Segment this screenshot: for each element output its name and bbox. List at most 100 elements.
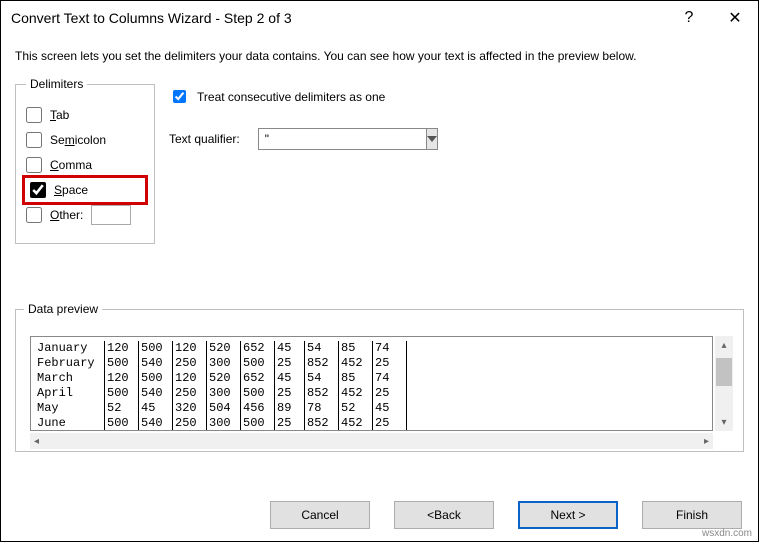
table-cell: 74: [373, 371, 407, 386]
table-cell: 500: [105, 386, 139, 401]
comma-checkbox[interactable]: [26, 157, 42, 173]
button-bar: Cancel < Back Next > Finish: [270, 501, 742, 529]
treat-consecutive-row: Treat consecutive delimiters as one: [169, 87, 744, 106]
table-cell: 652: [241, 371, 275, 386]
space-label: Space: [54, 183, 88, 197]
table-row: March12050012052065245548574: [35, 371, 710, 386]
other-input[interactable]: [91, 205, 131, 225]
table-cell: 89: [275, 401, 305, 416]
delimiter-tab-row: Tab: [26, 104, 144, 126]
delimiters-group: Delimiters Tab Semicolon Comma Space: [15, 77, 155, 244]
delimiters-legend: Delimiters: [26, 77, 87, 91]
table-cell: 54: [305, 371, 339, 386]
scroll-down-icon[interactable]: ▾: [715, 413, 733, 431]
table-cell: 25: [275, 386, 305, 401]
table-cell: 500: [105, 356, 139, 371]
table-cell: 52: [105, 401, 139, 416]
table-cell: 85: [339, 341, 373, 356]
vertical-scrollbar[interactable]: ▴ ▾: [715, 336, 733, 431]
tab-label: Tab: [50, 108, 69, 122]
back-button[interactable]: < Back: [394, 501, 494, 529]
space-checkbox[interactable]: [30, 182, 46, 198]
table-cell: 120: [173, 371, 207, 386]
table-cell: 540: [139, 356, 173, 371]
table-cell: 45: [275, 371, 305, 386]
table-cell: May: [35, 401, 105, 416]
next-button[interactable]: Next >: [518, 501, 618, 529]
table-cell: 78: [305, 401, 339, 416]
table-cell: 250: [173, 356, 207, 371]
table-cell: 500: [139, 341, 173, 356]
table-cell: 852: [305, 416, 339, 431]
table-row: June5005402503005002585245225: [35, 416, 710, 431]
table-cell: 320: [173, 401, 207, 416]
data-preview-box: January12050012052065245548574February50…: [30, 336, 713, 431]
close-button[interactable]: ✕: [712, 1, 758, 35]
table-cell: 25: [373, 386, 407, 401]
table-cell: 504: [207, 401, 241, 416]
horizontal-scrollbar[interactable]: ◂ ▸: [30, 433, 713, 449]
scroll-thumb[interactable]: [716, 358, 732, 386]
text-qualifier-label: Text qualifier:: [169, 132, 240, 146]
table-cell: 120: [105, 341, 139, 356]
treat-consecutive-label: Treat consecutive delimiters as one: [197, 90, 385, 104]
treat-consecutive-checkbox[interactable]: [173, 90, 186, 103]
table-cell: 500: [241, 416, 275, 431]
other-checkbox[interactable]: [26, 207, 42, 223]
table-cell: 456: [241, 401, 275, 416]
comma-label: Comma: [50, 158, 92, 172]
window-title: Convert Text to Columns Wizard - Step 2 …: [11, 10, 666, 26]
finish-button[interactable]: Finish: [642, 501, 742, 529]
table-cell: 74: [373, 341, 407, 356]
table-cell: 120: [105, 371, 139, 386]
table-row: May524532050445689785245: [35, 401, 710, 416]
table-cell: 540: [139, 416, 173, 431]
delimiter-other-row: Other:: [26, 204, 144, 226]
table-cell: 500: [105, 416, 139, 431]
table-cell: 652: [241, 341, 275, 356]
data-preview-group: Data preview January12050012052065245548…: [15, 302, 744, 452]
table-cell: 300: [207, 386, 241, 401]
delimiter-comma-row: Comma: [26, 154, 144, 176]
table-cell: 520: [207, 371, 241, 386]
table-cell: January: [35, 341, 105, 356]
table-row: January12050012052065245548574: [35, 341, 710, 356]
table-row: February5005402503005002585245225: [35, 356, 710, 371]
table-row: April5005402503005002585245225: [35, 386, 710, 401]
table-cell: 54: [305, 341, 339, 356]
table-cell: 25: [275, 356, 305, 371]
text-qualifier-input[interactable]: [258, 128, 426, 150]
table-cell: 250: [173, 416, 207, 431]
table-cell: 500: [241, 386, 275, 401]
table-cell: March: [35, 371, 105, 386]
table-cell: 300: [207, 416, 241, 431]
table-cell: April: [35, 386, 105, 401]
table-cell: 250: [173, 386, 207, 401]
help-button[interactable]: ?: [666, 1, 712, 35]
table-cell: June: [35, 416, 105, 431]
table-cell: 852: [305, 356, 339, 371]
scroll-left-icon[interactable]: ◂: [34, 436, 39, 447]
table-cell: 500: [241, 356, 275, 371]
table-cell: 45: [139, 401, 173, 416]
semicolon-checkbox[interactable]: [26, 132, 42, 148]
text-qualifier-combo[interactable]: [258, 128, 378, 150]
scroll-right-icon[interactable]: ▸: [704, 436, 709, 447]
options-column: Treat consecutive delimiters as one Text…: [169, 77, 744, 150]
dialog-content: This screen lets you set the delimiters …: [1, 35, 758, 458]
chevron-down-icon[interactable]: [426, 128, 438, 150]
table-cell: 25: [373, 416, 407, 431]
cancel-button[interactable]: Cancel: [270, 501, 370, 529]
table-cell: 300: [207, 356, 241, 371]
data-preview-legend: Data preview: [24, 302, 102, 316]
watermark: wsxdn.com: [702, 528, 752, 539]
table-cell: 25: [373, 356, 407, 371]
delimiter-semicolon-row: Semicolon: [26, 129, 144, 151]
table-cell: 85: [339, 371, 373, 386]
table-cell: 452: [339, 416, 373, 431]
text-qualifier-row: Text qualifier:: [169, 128, 744, 150]
table-cell: 45: [373, 401, 407, 416]
tab-checkbox[interactable]: [26, 107, 42, 123]
scroll-up-icon[interactable]: ▴: [715, 336, 733, 354]
other-label: Other:: [50, 208, 83, 222]
